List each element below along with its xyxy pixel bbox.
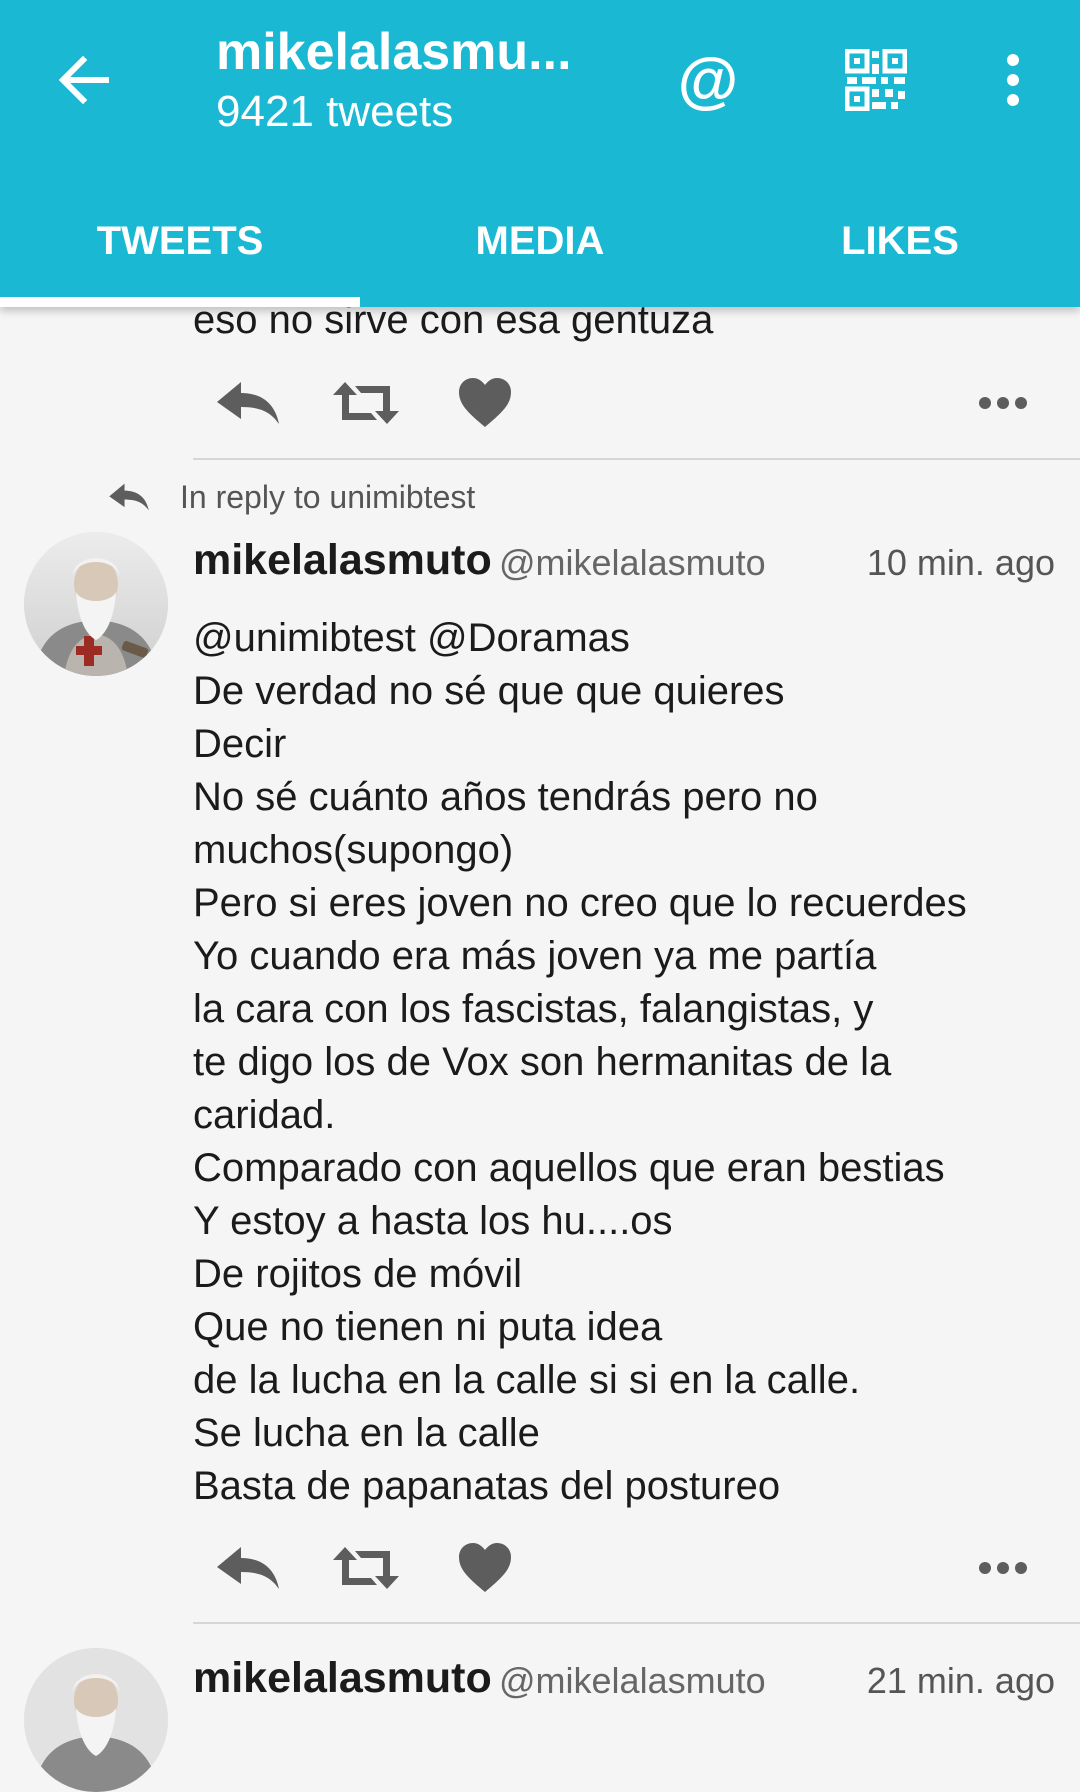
at-icon: @ — [677, 45, 739, 115]
tab-likes[interactable]: LIKES — [720, 200, 1080, 307]
avatar[interactable] — [24, 532, 168, 676]
app-bar: mikelalasmu... 9421 tweets @ TWEETS MEDI… — [0, 0, 1080, 307]
tab-label: TWEETS — [96, 219, 264, 263]
reply-context-label: In reply to unimibtest — [180, 478, 476, 515]
display-name[interactable]: mikelalasmuto — [193, 1654, 492, 1703]
partial-tweet-actions — [193, 368, 1053, 438]
tweet-header: mikelalasmuto @mikelalasmuto 10 min. ago — [193, 536, 1055, 596]
tweet-header: mikelalasmuto @mikelalasmuto 21 min. ago — [193, 1654, 1055, 1714]
tweet-count: 9421 tweets — [216, 87, 454, 136]
reply-icon — [109, 483, 149, 511]
tab-label: MEDIA — [475, 219, 605, 263]
more-vert-icon — [1007, 54, 1019, 106]
avatar[interactable] — [24, 1648, 168, 1792]
heart-icon — [459, 1543, 511, 1592]
tweet-timestamp: 21 min. ago — [866, 1660, 1055, 1701]
qr-code-icon — [845, 49, 907, 111]
reply-context[interactable]: In reply to unimibtest — [108, 472, 475, 522]
back-button[interactable] — [50, 45, 120, 115]
title-block: mikelalasmu... 9421 tweets — [216, 22, 572, 140]
reply-button[interactable] — [208, 368, 288, 438]
like-button[interactable] — [445, 368, 525, 438]
retweet-icon — [333, 1547, 399, 1589]
reply-button[interactable] — [208, 1533, 288, 1603]
reply-icon — [217, 382, 279, 424]
tweet-divider — [193, 1622, 1080, 1624]
tab-media[interactable]: MEDIA — [360, 200, 720, 307]
more-options-button[interactable] — [963, 1533, 1043, 1603]
reply-icon — [217, 1547, 279, 1589]
user-handle[interactable]: @mikelalasmuto — [499, 1660, 766, 1702]
tweet-actions — [193, 1533, 1053, 1603]
overflow-menu-button[interactable] — [973, 40, 1053, 120]
tab-tweets[interactable]: TWEETS — [0, 200, 360, 307]
avatar-image — [24, 532, 168, 676]
user-handle[interactable]: @mikelalasmuto — [499, 542, 766, 584]
more-horiz-icon — [979, 397, 1027, 409]
tab-label: LIKES — [841, 219, 959, 263]
tweet-divider — [193, 458, 1080, 460]
qr-code-button[interactable] — [836, 40, 916, 120]
display-name[interactable]: mikelalasmuto — [193, 536, 492, 585]
retweet-icon — [333, 382, 399, 424]
tweet-timestamp: 10 min. ago — [866, 542, 1055, 583]
back-arrow-icon — [58, 56, 109, 104]
retweet-button[interactable] — [326, 368, 406, 438]
retweet-button[interactable] — [326, 1533, 406, 1603]
mention-button[interactable]: @ — [668, 40, 748, 120]
profile-title: mikelalasmu... — [216, 23, 572, 81]
more-horiz-icon — [979, 1562, 1027, 1574]
heart-icon — [459, 378, 511, 427]
like-button[interactable] — [445, 1533, 525, 1603]
avatar-image — [24, 1648, 168, 1792]
profile-tabs: TWEETS MEDIA LIKES — [0, 200, 1080, 307]
more-options-button[interactable] — [963, 368, 1043, 438]
tab-selected-indicator — [0, 297, 360, 307]
tweet-text[interactable]: @unimibtest @Doramas De verdad no sé que… — [193, 612, 1063, 1513]
